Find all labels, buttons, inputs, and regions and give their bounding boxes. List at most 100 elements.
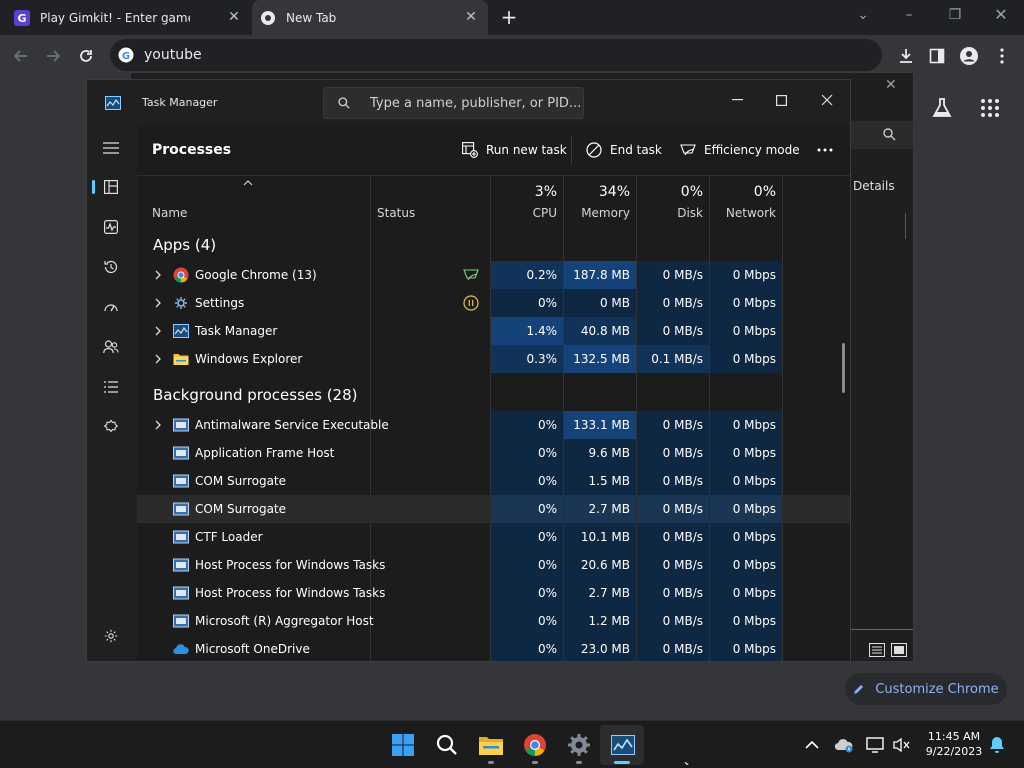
nav-performance-icon[interactable] xyxy=(93,211,129,243)
browser-toolbar: G youtube xyxy=(0,35,1024,76)
search-input[interactable]: Type a name, publisher, or PID... xyxy=(323,87,584,119)
search-icon[interactable] xyxy=(433,731,461,759)
more-options-icon[interactable] xyxy=(817,140,833,160)
details-tab[interactable]: Details xyxy=(853,179,895,193)
process-window-icon xyxy=(173,502,189,516)
table-row[interactable]: Host Process for Windows Tasks 0% 20.6 M… xyxy=(137,551,850,579)
table-row[interactable]: Google Chrome (13) 0.2% 187.8 MB 0 MB/s … xyxy=(137,261,850,289)
settings-gear-icon[interactable] xyxy=(565,731,593,759)
memory-cell: 40.8 MB xyxy=(564,317,636,345)
divider xyxy=(851,629,913,630)
task-manager-icon[interactable] xyxy=(609,731,637,759)
nav-processes-icon[interactable] xyxy=(93,171,129,203)
tab-close-icon[interactable]: ✕ xyxy=(463,9,479,25)
process-name: COM Surrogate xyxy=(195,474,287,488)
tab-new-tab[interactable]: New Tab ✕ xyxy=(252,0,488,35)
profile-avatar-icon[interactable] xyxy=(956,43,982,69)
divider xyxy=(905,213,906,239)
onedrive-cloud-icon[interactable] xyxy=(830,731,858,759)
table-row[interactable]: CTF Loader 0% 10.1 MB 0 MB/s 0 Mbps xyxy=(137,523,850,551)
minimize-icon[interactable] xyxy=(719,86,755,114)
omnibox[interactable]: G youtube xyxy=(110,39,882,71)
table-row[interactable]: Microsoft OneDrive 0% 23.0 MB 0 MB/s 0 M… xyxy=(137,635,850,661)
close-icon[interactable] xyxy=(809,86,845,114)
details-view-icon[interactable] xyxy=(869,643,885,657)
table-row[interactable]: Application Frame Host 0% 9.6 MB 0 MB/s … xyxy=(137,439,850,467)
network-cell: 0 Mbps xyxy=(710,523,782,551)
windows-start-icon[interactable] xyxy=(389,731,417,759)
table-row[interactable]: Task Manager 1.4% 40.8 MB 0 MB/s 0 Mbps xyxy=(137,317,850,345)
table-row[interactable]: Antimalware Service Executable 0% 133.1 … xyxy=(137,411,850,439)
tab-title: New Tab xyxy=(286,10,337,25)
file-explorer-icon[interactable] xyxy=(477,731,505,759)
nav-users-icon[interactable] xyxy=(93,331,129,363)
close-window-icon[interactable]: ✕ xyxy=(986,4,1016,26)
back-arrow-icon[interactable] xyxy=(8,43,34,69)
close-icon[interactable]: ✕ xyxy=(885,77,897,93)
column-status[interactable]: Status xyxy=(371,176,490,226)
side-panel-icon[interactable] xyxy=(924,43,950,69)
hamburger-menu-icon[interactable] xyxy=(93,132,129,164)
network-display-icon[interactable] xyxy=(862,731,890,759)
more-vert-icon[interactable] xyxy=(989,43,1015,69)
nav-app-history-icon[interactable] xyxy=(93,251,129,283)
memory-cell: 187.8 MB xyxy=(564,261,636,289)
cpu-total: 3% xyxy=(534,184,557,200)
group-header-background[interactable]: Background processes (28) xyxy=(153,386,358,404)
efficiency-mode-button[interactable]: Efficiency mode xyxy=(680,140,800,160)
maximize-icon[interactable] xyxy=(763,86,799,114)
tab-close-icon[interactable]: ✕ xyxy=(226,9,242,25)
expand-chevron-icon[interactable] xyxy=(153,419,163,431)
restore-icon[interactable]: ❐ xyxy=(940,4,970,26)
minimize-icon[interactable]: – xyxy=(894,4,924,26)
process-name: Task Manager xyxy=(195,324,278,338)
process-name: Google Chrome (13) xyxy=(195,268,317,282)
table-row[interactable]: Windows Explorer 0.3% 132.5 MB 0.1 MB/s … xyxy=(137,345,850,373)
table-row[interactable]: Microsoft (R) Aggregator Host 0% 1.2 MB … xyxy=(137,607,850,635)
system-clock[interactable]: 11:45 AM 9/22/2023 xyxy=(922,729,986,759)
tab-search-chevron-icon[interactable]: ⌄ xyxy=(848,4,878,26)
tab-gimkit[interactable]: G Play Gimkit! - Enter game code h ✕ xyxy=(14,0,249,35)
table-row[interactable]: Settings 0% 0 MB 0 MB/s 0 Mbps xyxy=(137,289,850,317)
efficiency-leaf-icon xyxy=(463,269,479,281)
search-box[interactable] xyxy=(851,121,913,149)
apps-grid-icon[interactable] xyxy=(980,98,1000,118)
nav-services-icon[interactable] xyxy=(93,411,129,443)
group-header-apps[interactable]: Apps (4) xyxy=(153,236,216,254)
nav-details-icon[interactable] xyxy=(93,371,129,403)
expand-chevron-icon[interactable] xyxy=(153,325,163,337)
command-bar: Processes Run new task End task Efficien… xyxy=(137,125,850,175)
expand-chevron-icon[interactable] xyxy=(153,269,163,281)
column-network[interactable]: 0% Network xyxy=(710,176,782,226)
nav-startup-apps-icon[interactable] xyxy=(93,291,129,323)
reload-icon[interactable] xyxy=(73,43,99,69)
omnibox-text[interactable]: youtube xyxy=(144,47,202,63)
chevron-up-icon[interactable] xyxy=(798,731,826,759)
vertical-scrollbar[interactable] xyxy=(842,343,845,393)
column-name[interactable]: Name xyxy=(137,176,370,226)
new-tab-plus-icon[interactable]: + xyxy=(500,7,518,27)
notification-bell-icon[interactable] xyxy=(983,731,1011,759)
expand-chevron-icon[interactable] xyxy=(153,297,163,309)
labs-flask-icon[interactable] xyxy=(930,96,954,120)
end-task-label: End task xyxy=(610,143,662,157)
column-cpu[interactable]: 3% CPU xyxy=(491,176,563,226)
cpu-label: CPU xyxy=(532,206,557,220)
table-row[interactable]: Host Process for Windows Tasks 0% 2.7 MB… xyxy=(137,579,850,607)
end-task-button[interactable]: End task xyxy=(586,140,662,160)
compact-view-icon[interactable] xyxy=(891,643,907,657)
table-row[interactable]: COM Surrogate 0% 1.5 MB 0 MB/s 0 Mbps xyxy=(137,467,850,495)
chrome-icon[interactable] xyxy=(521,731,549,759)
column-memory[interactable]: 34% Memory xyxy=(564,176,636,226)
memory-cell: 133.1 MB xyxy=(564,411,636,439)
run-new-task-button[interactable]: Run new task xyxy=(462,140,567,160)
download-icon[interactable] xyxy=(893,43,919,69)
search-placeholder: Type a name, publisher, or PID... xyxy=(370,95,582,111)
table-row[interactable]: COM Surrogate 0% 2.7 MB 0 MB/s 0 Mbps xyxy=(137,495,850,523)
settings-gear-icon[interactable] xyxy=(93,620,129,652)
expand-chevron-icon[interactable] xyxy=(153,353,163,365)
customize-chrome-button[interactable]: Customize Chrome xyxy=(845,673,1007,705)
forward-arrow-icon[interactable] xyxy=(40,43,66,69)
column-disk[interactable]: 0% Disk xyxy=(637,176,709,226)
volume-muted-icon[interactable] xyxy=(888,731,916,759)
